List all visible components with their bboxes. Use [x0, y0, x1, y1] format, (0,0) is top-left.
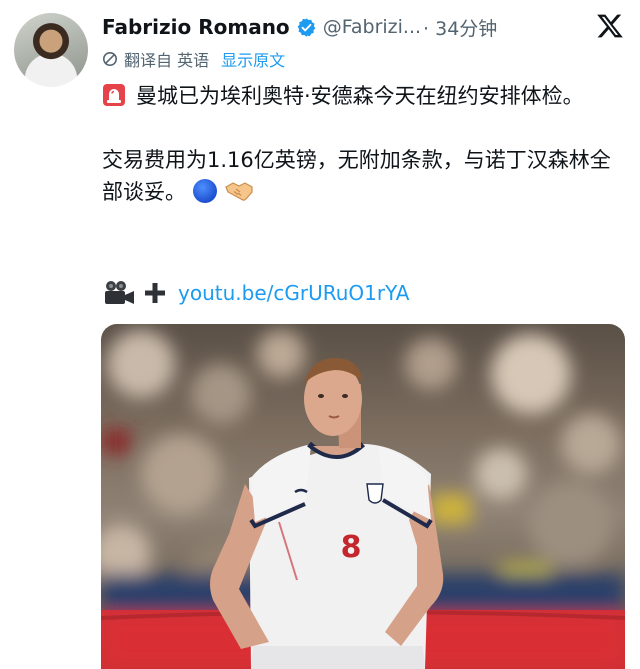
tweet-time[interactable]: · 34分钟: [423, 14, 497, 41]
siren-emoji-icon: [103, 84, 125, 106]
author-name[interactable]: Fabrizio Romano: [102, 15, 290, 39]
translation-bar: 翻译自 英语 显示原文: [102, 47, 285, 71]
tweet-line-2: 交易费用为1.16亿英镑，无附加条款，与诺丁汉森林全部谈妥。: [102, 148, 611, 204]
movie-camera-icon: [105, 281, 134, 304]
tweet-text: 曼城已为埃利奥特·安德森今天在纽约安排体检。 交易费用为1.16亿英镑，无附加条…: [102, 80, 627, 208]
tweet-paragraph: 曼城已为埃利奥特·安德森今天在纽约安排体检。: [102, 80, 627, 112]
author-handle[interactable]: @Fabrizi...: [323, 16, 421, 38]
tweet-header: Fabrizio Romano @Fabrizi... · 34分钟: [102, 13, 497, 41]
translated-from-label: 翻译自 英语: [124, 51, 210, 70]
player-photo: 8: [101, 330, 625, 669]
tweet-paragraph: 交易费用为1.16亿英镑，无附加条款，与诺丁汉森林全部谈妥。: [102, 144, 627, 208]
avatar[interactable]: [14, 13, 88, 87]
youtube-link[interactable]: youtu.be/cGrURuO1rYA: [178, 281, 409, 305]
plus-icon: [145, 283, 165, 303]
translate-icon: [103, 52, 117, 66]
show-original-link[interactable]: 显示原文: [221, 47, 285, 71]
tweet-photo[interactable]: 8: [101, 324, 625, 669]
link-line: youtu.be/cGrURuO1rYA: [102, 276, 409, 310]
shirt-number: 8: [341, 530, 362, 565]
x-logo-icon[interactable]: [596, 12, 624, 40]
handshake-emoji-icon: [225, 182, 253, 201]
tweet-line-1: 曼城已为埃利奥特·安德森今天在纽约安排体检。: [136, 84, 584, 108]
verified-badge-icon: [297, 17, 316, 37]
blue-circle-emoji-icon: [193, 179, 217, 203]
